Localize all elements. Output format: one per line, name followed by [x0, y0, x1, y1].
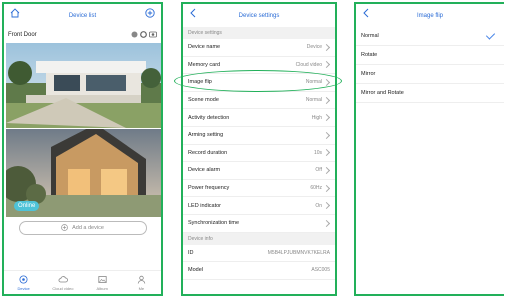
setting-label: LED indicator	[188, 202, 222, 209]
device-settings-screen: Device settings Device settings Device n…	[181, 2, 337, 296]
tab-label: Me	[138, 285, 145, 291]
option-label: Normal	[361, 33, 379, 39]
bottom-tab-bar: Device Cloud video Album Me	[4, 270, 161, 294]
tab-me[interactable]: Me	[122, 271, 161, 294]
device-name: Front Door	[8, 32, 37, 38]
chevron-right-icon	[322, 96, 331, 104]
cloud-icon	[58, 275, 68, 285]
option-label: Mirror	[361, 71, 376, 77]
setting-value: Normal	[305, 79, 322, 86]
setting-record-duration[interactable]: Record duration 10s	[183, 145, 335, 163]
setting-image-flip[interactable]: Image flip Normal	[183, 74, 335, 92]
setting-value: Device	[306, 44, 322, 51]
tab-cloud-video[interactable]: Cloud video	[43, 271, 82, 294]
back-icon[interactable]	[362, 8, 370, 20]
tab-label: Device	[17, 285, 30, 291]
setting-label: Activity detection	[188, 114, 230, 121]
page-title: Device list	[68, 12, 97, 19]
setting-value: 60Hz	[310, 185, 322, 192]
tab-album[interactable]: Album	[83, 271, 122, 294]
chevron-right-icon	[322, 114, 331, 122]
camera-preview-image[interactable]	[6, 43, 161, 128]
back-icon[interactable]	[189, 8, 197, 20]
chevron-right-icon	[322, 78, 331, 87]
setting-label: Device alarm	[188, 167, 221, 174]
chevron-right-icon	[322, 166, 331, 174]
share-icon[interactable]	[131, 31, 138, 40]
top-bar: Device list	[4, 4, 161, 27]
setting-value: 10s	[313, 149, 322, 156]
setting-label: Memory card	[188, 61, 221, 68]
info-value: M5B4LPJUBMNVK7KELRA	[267, 249, 330, 256]
device-header: Front Door	[4, 27, 161, 43]
setting-label: Device name	[188, 44, 221, 51]
setting-scene-mode[interactable]: Scene mode Normal	[183, 92, 335, 110]
setting-device-name[interactable]: Device name Device	[183, 39, 335, 57]
tab-label: Album	[96, 285, 108, 291]
album-icon	[98, 275, 107, 285]
setting-label: Record duration	[188, 149, 228, 156]
chevron-right-icon	[322, 202, 331, 210]
chevron-right-icon	[322, 149, 331, 157]
setting-memory-card[interactable]: Memory card Cloud video	[183, 57, 335, 75]
setting-label: Scene mode	[188, 97, 219, 104]
gear-icon[interactable]	[140, 30, 147, 40]
top-bar: Device settings	[183, 4, 335, 27]
setting-value: Cloud video	[295, 61, 322, 68]
info-label: Model	[188, 267, 203, 274]
setting-value: High	[311, 114, 322, 121]
chevron-right-icon	[322, 131, 331, 139]
setting-label: Synchronization time	[188, 220, 240, 227]
device-list-screen: Device list Front Door Online Add a devi…	[2, 2, 163, 296]
chevron-right-icon	[322, 61, 331, 69]
home-icon[interactable]	[10, 8, 20, 20]
chevron-right-icon	[322, 43, 331, 51]
info-id: ID M5B4LPJUBMNVK7KELRA	[183, 245, 335, 263]
section-header: Device info	[183, 232, 335, 245]
chevron-right-icon	[322, 219, 331, 227]
setting-power-frequency[interactable]: Power frequency 60Hz	[183, 180, 335, 198]
camera-preview-image[interactable]: Online	[6, 129, 161, 217]
chevron-right-icon	[322, 184, 331, 192]
setting-value: Normal	[305, 97, 322, 104]
plus-icon	[61, 223, 68, 233]
option-rotate[interactable]: Rotate	[356, 46, 504, 65]
device-icon	[19, 275, 28, 285]
option-mirror[interactable]: Mirror	[356, 65, 504, 84]
setting-label: Arming setting	[188, 132, 224, 139]
info-value: ASC005	[311, 267, 330, 274]
setting-label: Power frequency	[188, 185, 230, 192]
option-normal[interactable]: Normal	[356, 27, 504, 46]
top-bar: Image flip	[356, 4, 504, 27]
add-device-button[interactable]: Add a device	[18, 221, 147, 235]
person-icon	[137, 275, 146, 285]
checkmark-icon	[485, 29, 496, 40]
setting-value: Off	[315, 167, 322, 174]
page-title: Image flip	[416, 12, 443, 19]
add-device-label: Add a device	[72, 225, 104, 231]
setting-value: On	[315, 202, 322, 209]
section-header: Device settings	[183, 27, 335, 39]
setting-arming[interactable]: Arming setting	[183, 127, 335, 145]
image-flip-screen: Image flip Normal Rotate Mirror Mirror a…	[354, 2, 504, 296]
setting-sync-time[interactable]: Synchronization time	[183, 215, 335, 233]
tab-label: Cloud video	[52, 285, 74, 291]
option-mirror-rotate[interactable]: Mirror and Rotate	[356, 84, 504, 103]
info-model: Model ASC005	[183, 262, 335, 280]
setting-label: Image flip	[188, 79, 212, 86]
tab-device[interactable]: Device	[4, 271, 43, 294]
option-label: Mirror and Rotate	[361, 90, 404, 96]
camera-settings-icon[interactable]	[149, 31, 157, 40]
add-icon[interactable]	[145, 8, 155, 20]
setting-device-alarm[interactable]: Device alarm Off	[183, 162, 335, 180]
setting-activity-detection[interactable]: Activity detection High	[183, 109, 335, 127]
setting-led-indicator[interactable]: LED indicator On	[183, 197, 335, 215]
option-label: Rotate	[361, 52, 378, 58]
status-badge: Online	[14, 201, 40, 211]
page-title: Device settings	[238, 12, 280, 19]
info-label: ID	[188, 249, 194, 256]
